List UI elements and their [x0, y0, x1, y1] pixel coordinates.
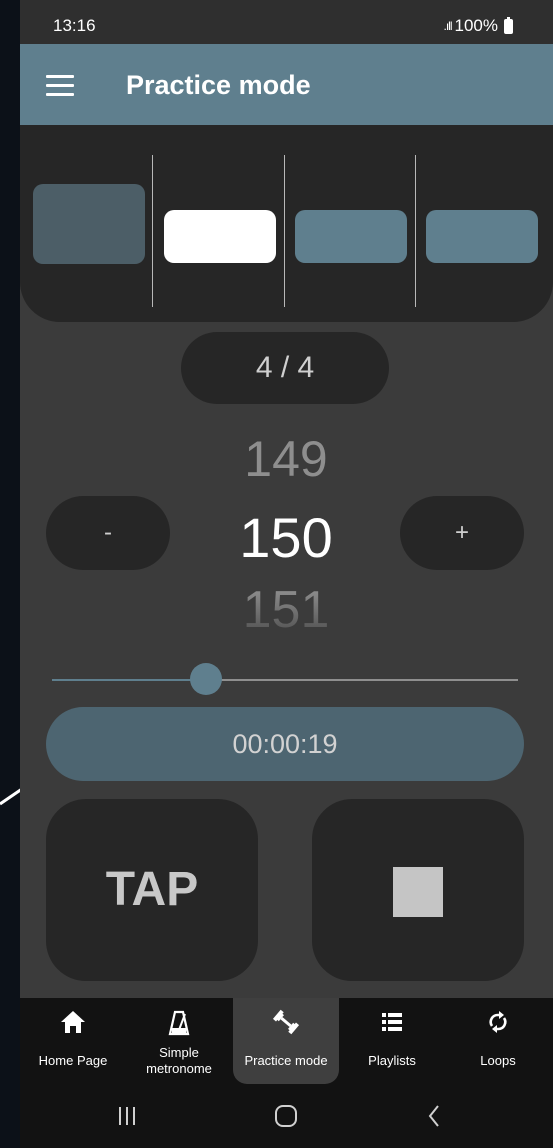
- system-home-button[interactable]: [246, 1084, 326, 1148]
- list-icon: [382, 1013, 402, 1031]
- nav-item-playlists[interactable]: Playlists: [339, 998, 445, 1084]
- system-navigation-bar: [20, 1084, 553, 1148]
- back-icon: [428, 1105, 439, 1127]
- beat-divider: [284, 155, 285, 307]
- nav-label-home: Home Page: [38, 1053, 108, 1068]
- tempo-slider-fill: [52, 679, 206, 681]
- nav-item-home[interactable]: Home Page: [20, 998, 126, 1084]
- nav-label-loops: Loops: [480, 1053, 516, 1068]
- home-circle-icon: [275, 1105, 297, 1127]
- nav-label-practice-mode: Practice mode: [244, 1053, 328, 1068]
- signal-icon: .ıll: [443, 19, 453, 33]
- stop-button[interactable]: [312, 799, 524, 981]
- beat-4[interactable]: [426, 210, 538, 263]
- page-title: Practice mode: [126, 70, 311, 100]
- beat-indicator-panel: [20, 125, 553, 322]
- tempo-previous[interactable]: 149: [188, 430, 384, 488]
- menu-icon[interactable]: [46, 75, 74, 97]
- tap-label: TAP: [105, 863, 199, 916]
- nav-label-playlists: Playlists: [368, 1053, 416, 1068]
- stop-icon: [393, 867, 443, 917]
- battery-level: 100%: [454, 16, 498, 35]
- tempo-increment-button[interactable]: +: [400, 496, 524, 570]
- practice-timer[interactable]: 00:00:19: [46, 707, 524, 781]
- nav-item-simple-metronome[interactable]: Simple metronome: [126, 998, 232, 1084]
- back-button[interactable]: [394, 1084, 474, 1148]
- dumbbell-icon: [272, 1009, 300, 1035]
- status-time: 13:16: [53, 16, 96, 35]
- tempo-current[interactable]: 150: [188, 505, 384, 570]
- app-bar: Practice mode: [20, 44, 553, 125]
- beat-2[interactable]: [164, 210, 276, 263]
- status-indicators: .ıll 100%: [444, 16, 513, 36]
- recent-apps-icon: [119, 1107, 135, 1125]
- nav-label-simple-metronome: Simple metronome: [146, 1045, 212, 1076]
- phone-screen: 13:16 .ıll 100% Practice mode 4 / 4 149 …: [20, 0, 553, 1148]
- battery-icon: [504, 16, 513, 34]
- tempo-next[interactable]: 151: [188, 580, 384, 640]
- beat-divider: [152, 155, 153, 307]
- tap-tempo-button[interactable]: TAP: [46, 799, 258, 981]
- metronome-icon: [168, 1010, 190, 1036]
- time-signature-button[interactable]: 4 / 4: [181, 332, 389, 404]
- tempo-slider[interactable]: [52, 663, 518, 695]
- beat-3[interactable]: [295, 210, 407, 263]
- status-bar: 13:16 .ıll 100%: [20, 0, 553, 44]
- beat-1[interactable]: [33, 184, 145, 264]
- tempo-slider-thumb[interactable]: [189, 663, 222, 695]
- recent-apps-button[interactable]: [87, 1084, 167, 1148]
- nav-item-practice-mode[interactable]: Practice mode: [233, 998, 339, 1084]
- tempo-decrement-button[interactable]: -: [46, 496, 170, 570]
- home-icon: [61, 1011, 85, 1033]
- bottom-navigation: Home Page Simple metronome Practice mode: [20, 998, 553, 1084]
- loop-icon: [489, 1011, 507, 1033]
- nav-item-loops[interactable]: Loops: [445, 998, 551, 1084]
- beat-divider: [415, 155, 416, 307]
